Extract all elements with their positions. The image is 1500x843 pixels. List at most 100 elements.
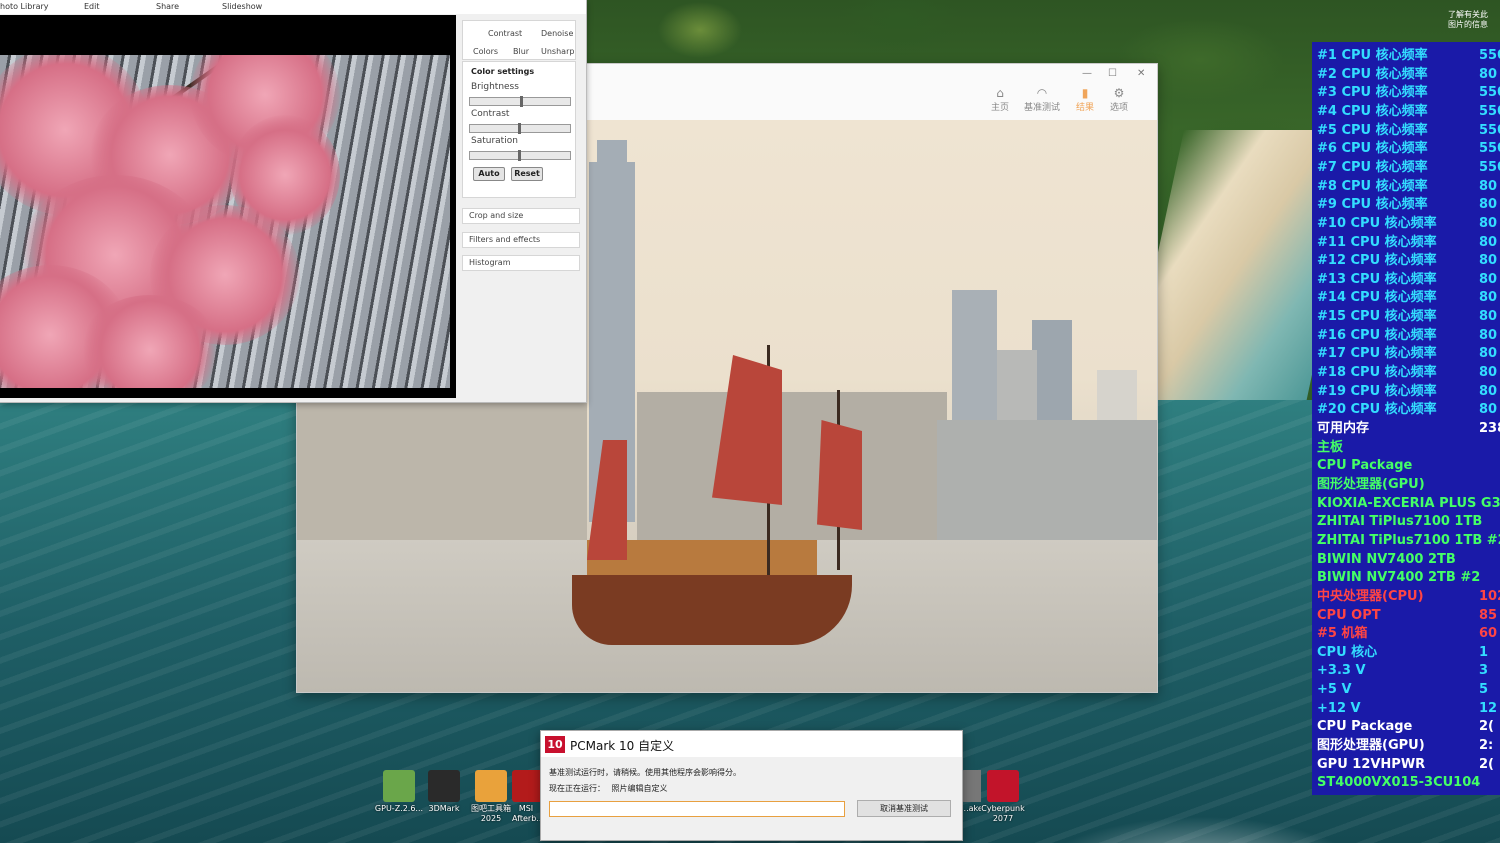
monitor-row: #6 CPU 核心频率 550 — [1317, 140, 1500, 159]
menu-share[interactable]: Share — [156, 2, 179, 11]
monitor-row-label: #3 CPU 核心频率 — [1317, 85, 1428, 101]
close-button[interactable]: ✕ — [1137, 68, 1145, 79]
monitor-row: +5 V 5 — [1317, 681, 1500, 700]
monitor-row: 中央处理器(CPU) 102 — [1317, 588, 1500, 607]
monitor-row: #19 CPU 核心频率 80 — [1317, 383, 1500, 402]
wallpaper-info-line1: 了解有关此 — [1448, 10, 1488, 19]
monitor-row: CPU 核心 1 — [1317, 644, 1500, 663]
monitor-row: #18 CPU 核心频率 80 — [1317, 364, 1500, 383]
monitor-row-value: 2: — [1479, 738, 1494, 754]
wallpaper-info-line2: 图片的信息 — [1448, 20, 1488, 29]
monitor-row-label: #17 CPU 核心频率 — [1317, 346, 1437, 362]
contrast-slider[interactable] — [469, 123, 571, 134]
monitor-row-value: 80 — [1479, 271, 1498, 287]
monitor-row-value: 80 — [1479, 402, 1498, 418]
monitor-row-label: ST4000VX015-3CU104 — [1317, 775, 1481, 791]
tab-contrast[interactable]: Contrast — [488, 29, 522, 38]
nav-options[interactable]: ⚙ 选项 — [1099, 86, 1139, 113]
monitor-row-value: 80 — [1479, 253, 1498, 269]
monitor-row: #20 CPU 核心频率 80 — [1317, 401, 1500, 420]
monitor-row-value: 80 — [1479, 309, 1498, 325]
tab-blur[interactable]: Blur — [513, 47, 529, 56]
minimize-button[interactable]: — — [1082, 68, 1092, 79]
monitor-row: #12 CPU 核心频率 80 — [1317, 252, 1500, 271]
monitor-row-value: 80 — [1479, 66, 1498, 82]
monitor-row: #7 CPU 核心频率 550 — [1317, 159, 1500, 178]
cherry-blossom-photo — [0, 55, 450, 388]
monitor-row-value: 550 — [1479, 48, 1500, 63]
monitor-row-label: #19 CPU 核心频率 — [1317, 383, 1437, 399]
desktop-icon-cyberpunk[interactable]: Cyberpunk 2077 — [978, 770, 1028, 824]
monitor-row: GPU 12VHPWR 2( — [1317, 756, 1500, 775]
monitor-row-label: BIWIN NV7400 2TB #2 — [1317, 570, 1481, 586]
histogram-panel[interactable]: Histogram — [462, 255, 580, 271]
desktop-icon-3dmark[interactable]: 3DMark — [419, 770, 469, 814]
monitor-row-label: CPU Package — [1317, 719, 1413, 735]
monitor-row-value: 2( — [1479, 756, 1494, 772]
color-settings-panel: Color settings Brightness Contrast Satur… — [462, 61, 576, 198]
desktop-icon-gpuz[interactable]: GPU-Z.2.6... — [374, 770, 424, 814]
monitor-row-label: #16 CPU 核心频率 — [1317, 327, 1437, 343]
running-label: 现在正在运行： — [549, 784, 605, 793]
monitor-row-value: 80 — [1479, 383, 1498, 399]
monitor-row-value: 80 — [1479, 234, 1498, 250]
maximize-button[interactable]: ☐ — [1108, 68, 1117, 79]
menu-photo-library[interactable]: hoto Library — [0, 2, 49, 11]
saturation-slider-thumb[interactable] — [518, 150, 521, 161]
monitor-row: #3 CPU 核心频率 550 — [1317, 84, 1500, 103]
desktop-icon-afterburner[interactable]: MSI Afterb... — [512, 770, 540, 824]
nav-benchmarks-label: 基准测试 — [1023, 103, 1060, 113]
gpuz-label: GPU-Z.2.6... — [374, 804, 424, 813]
desktop-icon-toolbox[interactable]: 图吧工具箱 2025 — [466, 770, 516, 824]
monitor-row-value: 80 — [1479, 290, 1498, 306]
nav-benchmarks[interactable]: ◠ 基准测试 — [1022, 86, 1062, 113]
cancel-benchmark-button[interactable]: 取消基准测试 — [857, 800, 951, 817]
gauge-icon: ◠ — [1036, 86, 1048, 100]
reset-button[interactable]: Reset — [511, 167, 543, 181]
monitor-row: #8 CPU 核心频率 80 — [1317, 178, 1500, 197]
tab-denoise[interactable]: Denoise — [541, 29, 573, 38]
filters-and-effects-panel[interactable]: Filters and effects — [462, 232, 580, 248]
monitor-row-label: 图形处理器(GPU) — [1317, 738, 1425, 754]
brightness-slider[interactable] — [469, 96, 571, 107]
gpuz-icon — [383, 770, 415, 802]
monitor-row: BIWIN NV7400 2TB #2 — [1317, 569, 1500, 588]
menu-edit[interactable]: Edit — [84, 2, 100, 11]
wallpaper-info-link[interactable]: 了解有关此 图片的信息 — [1448, 10, 1488, 30]
running-value: 照片编辑自定义 — [611, 784, 668, 793]
edit-panel: Contrast Denoise Colors Blur Unsharp Col… — [460, 18, 580, 394]
monitor-row: CPU OPT 85 — [1317, 607, 1500, 626]
monitor-row-value: 550 — [1479, 85, 1500, 101]
monitor-row: 图形处理器(GPU) 2: — [1317, 737, 1500, 756]
nav-options-label: 选项 — [1109, 103, 1128, 113]
cyberpunk-label: Cyberpunk 2077 — [981, 804, 1025, 823]
tab-unsharp[interactable]: Unsharp — [541, 47, 574, 56]
menu-slideshow[interactable]: Slideshow — [222, 2, 262, 11]
pcmark-custom-dialog: 10 PCMark 10 自定义 基准测试运行时，请稍候。使用其他程序会影响得分… — [540, 730, 963, 841]
monitor-row-value: 80 — [1479, 178, 1498, 194]
crop-and-size-panel[interactable]: Crop and size — [462, 208, 580, 224]
monitor-row-value: 5 — [1479, 682, 1489, 698]
auto-button[interactable]: Auto — [473, 167, 505, 181]
monitor-row-label: KIOXIA-EXCERIA PLUS G3 SSD — [1317, 495, 1500, 511]
monitor-row-value: 80 — [1479, 197, 1498, 213]
monitor-row-label: #8 CPU 核心频率 — [1317, 178, 1428, 194]
monitor-row: 主板 — [1317, 439, 1500, 458]
tab-colors[interactable]: Colors — [473, 47, 498, 56]
monitor-row-label: #15 CPU 核心频率 — [1317, 309, 1437, 325]
contrast-slider-thumb[interactable] — [518, 123, 521, 134]
monitor-row-value: 550 — [1479, 103, 1500, 119]
monitor-row: +12 V 12 — [1317, 700, 1500, 719]
monitor-row: 可用内存 238 — [1317, 420, 1500, 439]
nav-home[interactable]: ⌂ 主页 — [980, 86, 1020, 113]
brightness-slider-thumb[interactable] — [520, 96, 523, 107]
monitor-row: #14 CPU 核心频率 80 — [1317, 289, 1500, 308]
photo-menubar: hoto Library Edit Share Slideshow — [0, 0, 586, 14]
monitor-row-value: 12 — [1479, 700, 1498, 716]
monitor-row-label: #11 CPU 核心频率 — [1317, 234, 1437, 250]
saturation-slider[interactable] — [469, 150, 571, 161]
monitor-row: ZHITAI TiPlus7100 1TB #2 — [1317, 532, 1500, 551]
monitor-row-label: #4 CPU 核心频率 — [1317, 103, 1428, 119]
hardware-monitor-overlay: #1 CPU 核心频率550#2 CPU 核心频率80#3 CPU 核心频率55… — [1312, 42, 1500, 795]
monitor-row-label: #20 CPU 核心频率 — [1317, 402, 1437, 418]
